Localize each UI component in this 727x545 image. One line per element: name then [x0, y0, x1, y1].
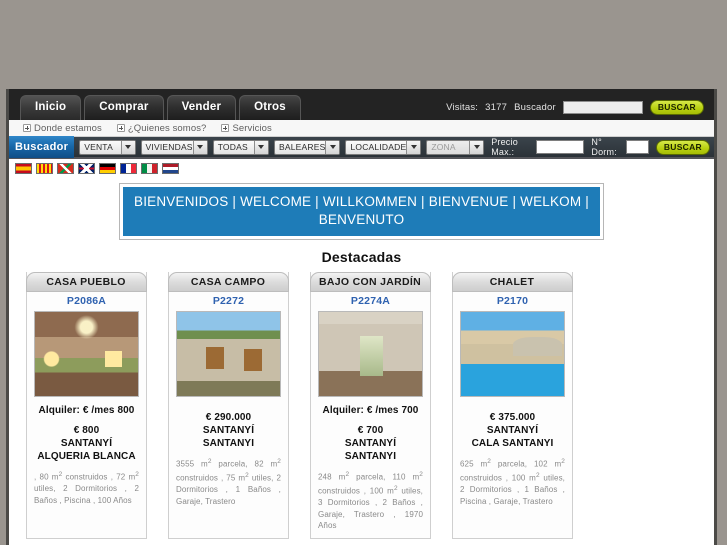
- secondary-navigation-bar: Donde estamos ¿Quienes somos? Servicios: [9, 120, 714, 137]
- precio-max-label: Precio Max.:: [491, 137, 518, 157]
- top-search-input[interactable]: [562, 101, 643, 114]
- property-type[interactable]: CASA PUEBLO: [25, 272, 147, 292]
- flag-netherlands-icon[interactable]: [162, 163, 179, 174]
- welcome-banner-frame: BIENVENIDOS | WELCOME | WILLKOMMEN | BIE…: [119, 183, 604, 240]
- property-rent: Alquiler: € /mes 800: [38, 405, 135, 416]
- filter-operacion-select[interactable]: VENTA: [79, 139, 136, 155]
- visits-count: 3177: [485, 102, 508, 113]
- property-description: 248 m2 parcela, 110 m2 construidos , 100…: [318, 471, 424, 531]
- flag-spain-icon[interactable]: [15, 163, 32, 174]
- property-description: 625 m2 parcela, 102 m2 construidos , 100…: [460, 458, 566, 506]
- flag-italy-icon[interactable]: [141, 163, 158, 174]
- filter-operacion-value: VENTA: [84, 142, 113, 152]
- property-zone: ALQUERIA BLANCA: [37, 451, 136, 462]
- filter-zona-value: ZONA: [431, 142, 456, 152]
- filter-tipo-value: VIVIENDAS: [145, 142, 193, 152]
- property-card[interactable]: CASA CAMPO P2272 € 290.000 SANTANYÍ SANT…: [167, 272, 289, 539]
- filter-tipo-select[interactable]: VIVIENDAS: [140, 139, 208, 155]
- num-dorm-input[interactable]: [625, 140, 649, 154]
- property-thumbnail[interactable]: [318, 311, 423, 397]
- search-filter-bar: Buscador VENTA VIVIENDAS TODAS BALEARES …: [9, 136, 714, 159]
- plus-icon: [23, 124, 31, 132]
- chevron-down-icon: [253, 140, 268, 154]
- chevron-down-icon: [192, 140, 207, 154]
- subnav-item-donde-estamos[interactable]: Donde estamos: [23, 123, 102, 134]
- num-dorm-label: N° Dorm:: [591, 137, 617, 157]
- subnav-label: Donde estamos: [34, 122, 102, 134]
- property-price: € 800: [73, 425, 100, 436]
- nav-tab-otros[interactable]: Otros: [239, 95, 301, 120]
- property-town: SANTANYÍ: [344, 438, 397, 449]
- property-grid: CASA PUEBLO P2086A Alquiler: € /mes 800 …: [9, 272, 714, 545]
- subnav-item-quienes-somos[interactable]: ¿Quienes somos?: [116, 122, 207, 134]
- chevron-down-icon: [325, 140, 340, 154]
- flag-basque-icon[interactable]: [57, 163, 74, 174]
- plus-icon: [116, 124, 125, 132]
- property-zone: SANTANYI: [202, 438, 255, 449]
- property-town: SANTANYÍ: [202, 425, 255, 436]
- property-card[interactable]: BAJO CON JARDÍN P2274A Alquiler: € /mes …: [309, 272, 431, 539]
- filter-provincia-value: BALEARES: [278, 142, 326, 152]
- nav-tab-comprar[interactable]: Comprar: [84, 95, 164, 120]
- filter-localidad-select[interactable]: LOCALIDADE: [345, 139, 422, 155]
- property-description: 3555 m2 parcela, 82 m2 construidos , 75 …: [176, 458, 281, 506]
- visits-label: Visitas:: [446, 102, 479, 113]
- precio-max-input[interactable]: [536, 140, 585, 154]
- property-thumbnail[interactable]: [176, 311, 281, 397]
- top-search-label: Buscador: [514, 102, 556, 113]
- nav-right-cluster: Visitas: 3177 Buscador BUSCAR: [446, 100, 714, 120]
- filter-localidad-value: LOCALIDADE: [350, 142, 407, 152]
- property-thumbnail[interactable]: [34, 311, 139, 397]
- property-type[interactable]: BAJO CON JARDÍN: [309, 272, 431, 292]
- property-town: SANTANYÍ: [60, 438, 113, 449]
- chevron-down-icon: [120, 140, 135, 154]
- plus-icon: [221, 124, 230, 132]
- property-price: € 290.000: [205, 412, 252, 423]
- property-zone: SANTANYI: [344, 451, 397, 462]
- language-flag-strip: [9, 159, 714, 178]
- site-shell: Inicio Comprar Vender Otros Visitas: 317…: [6, 89, 717, 545]
- property-reference[interactable]: P2274A: [351, 292, 390, 311]
- filter-buscar-button[interactable]: BUSCAR: [655, 139, 710, 155]
- filter-zona-select[interactable]: ZONA: [426, 139, 485, 155]
- browser-chrome-space: [0, 0, 727, 89]
- property-zone: CALA SANTANYI: [471, 438, 554, 449]
- primary-navigation-bar: Inicio Comprar Vender Otros Visitas: 317…: [9, 89, 714, 120]
- property-reference[interactable]: P2272: [213, 292, 244, 311]
- chevron-down-icon: [469, 140, 484, 154]
- property-type[interactable]: CASA CAMPO: [167, 272, 289, 292]
- property-rent: Alquiler: € /mes 700: [322, 405, 419, 416]
- top-search-button[interactable]: BUSCAR: [649, 100, 704, 115]
- filter-subtipo-value: TODAS: [217, 142, 248, 152]
- chevron-down-icon: [406, 140, 421, 154]
- flag-germany-icon[interactable]: [99, 163, 116, 174]
- property-reference[interactable]: P2086A: [67, 292, 106, 311]
- page-root: Inicio Comprar Vender Otros Visitas: 317…: [0, 0, 727, 545]
- property-price: € 375.000: [489, 412, 536, 423]
- property-reference[interactable]: P2170: [497, 292, 528, 311]
- flag-catalonia-icon[interactable]: [36, 163, 53, 174]
- flag-uk-icon[interactable]: [78, 163, 95, 174]
- subnav-label: ¿Quienes somos?: [127, 122, 207, 134]
- nav-tab-vender[interactable]: Vender: [166, 95, 237, 120]
- property-thumbnail[interactable]: [460, 311, 565, 397]
- filter-provincia-select[interactable]: BALEARES: [273, 139, 341, 155]
- property-type[interactable]: CHALET: [451, 272, 573, 292]
- subnav-label: Servicios: [232, 122, 272, 134]
- subnav-item-servicios[interactable]: Servicios: [221, 122, 272, 134]
- nav-tab-list: Inicio Comprar Vender Otros: [9, 95, 304, 120]
- filter-subtipo-select[interactable]: TODAS: [212, 139, 269, 155]
- main-content: BIENVENIDOS | WELCOME | WILLKOMMEN | BIE…: [9, 178, 714, 545]
- section-title-destacadas: Destacadas: [321, 249, 402, 265]
- property-town: SANTANYÍ: [486, 425, 539, 436]
- nav-tab-inicio[interactable]: Inicio: [20, 95, 82, 120]
- property-price: € 700: [357, 425, 384, 436]
- property-card[interactable]: CASA PUEBLO P2086A Alquiler: € /mes 800 …: [25, 272, 147, 539]
- welcome-banner: BIENVENIDOS | WELCOME | WILLKOMMEN | BIE…: [123, 187, 600, 236]
- property-card[interactable]: CHALET P2170 € 375.000 SANTANYÍ CALA SAN…: [451, 272, 573, 539]
- buscador-badge[interactable]: Buscador: [9, 136, 75, 158]
- flag-france-icon[interactable]: [120, 163, 137, 174]
- property-description: , 80 m2 construidos , 72 m2 utiles, 2 Do…: [34, 471, 139, 505]
